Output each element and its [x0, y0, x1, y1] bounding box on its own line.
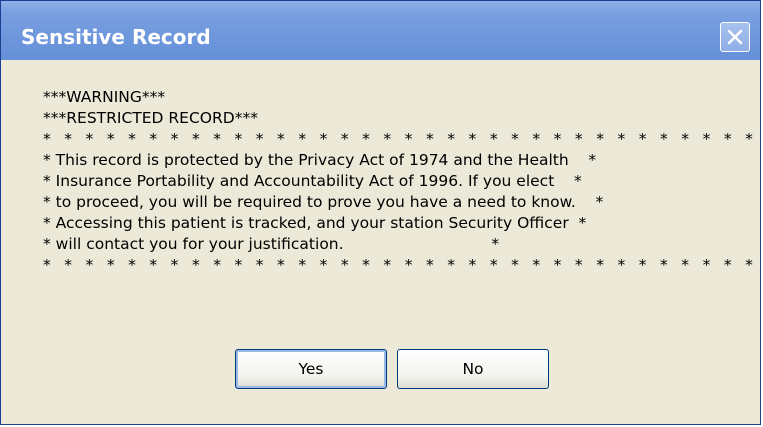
message-line: * Insurance Portability and Accountabili…	[43, 172, 582, 190]
dialog-body: ***WARNING*** ***RESTRICTED RECORD*** * …	[1, 60, 760, 424]
message-line: * This record is protected by the Privac…	[43, 151, 597, 169]
asterisk-border-bottom: * * * * * * * * * * * * * * * * * * * * …	[43, 256, 758, 274]
message-line: * Accessing this patient is tracked, and…	[43, 214, 587, 232]
dialog-title: Sensitive Record	[21, 25, 211, 49]
asterisk-border-top: * * * * * * * * * * * * * * * * * * * * …	[43, 130, 758, 148]
restricted-heading: ***RESTRICTED RECORD***	[43, 109, 258, 127]
message-line: * will contact you for your justificatio…	[43, 235, 500, 253]
close-icon	[727, 29, 743, 45]
no-button[interactable]: No	[397, 349, 549, 389]
close-button[interactable]	[720, 22, 750, 52]
warning-message: ***WARNING*** ***RESTRICTED RECORD*** * …	[43, 87, 760, 276]
title-bar[interactable]: Sensitive Record	[1, 1, 760, 60]
yes-button[interactable]: Yes	[235, 349, 387, 389]
warning-heading: ***WARNING***	[43, 88, 166, 106]
sensitive-record-dialog: Sensitive Record ***WARNING*** ***RESTRI…	[0, 0, 761, 425]
message-line: * to proceed, you will be required to pr…	[43, 193, 604, 211]
